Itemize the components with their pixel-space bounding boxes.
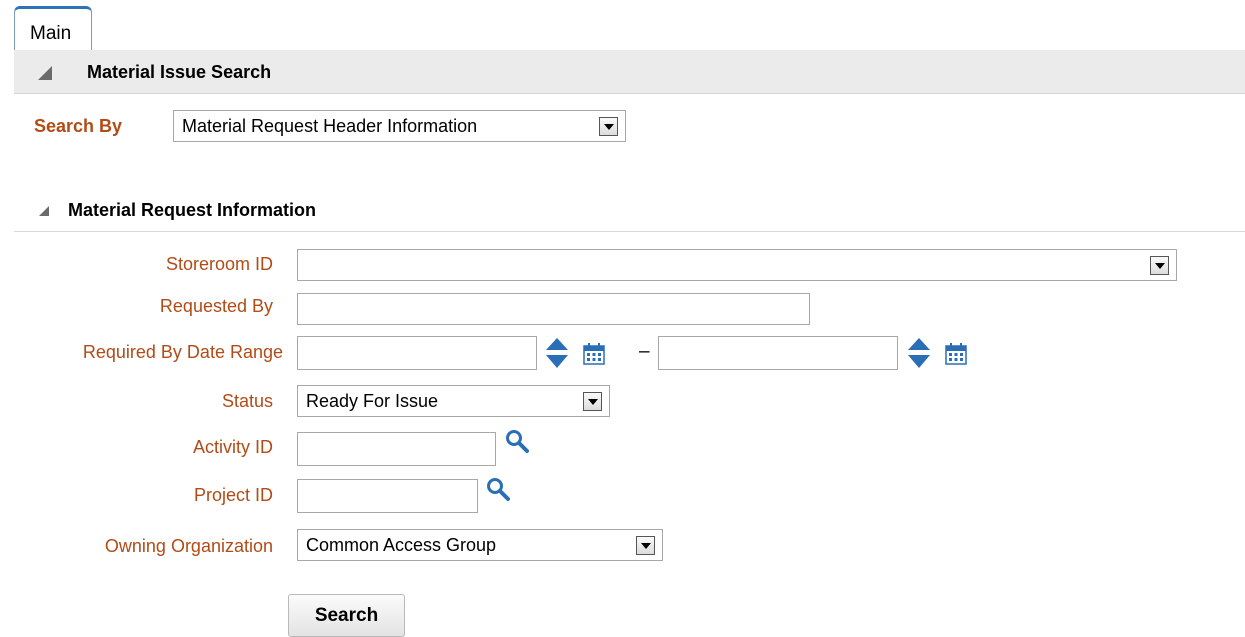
calendar-icon[interactable] xyxy=(583,343,605,365)
storeroom-id-label: Storeroom ID xyxy=(165,254,273,274)
date-range-separator: – xyxy=(639,341,650,362)
subsection-title: Material Request Information xyxy=(68,200,317,220)
activity-id-label: Activity ID xyxy=(192,437,273,457)
storeroom-id-select[interactable] xyxy=(297,249,1177,281)
tab-main[interactable]: Main xyxy=(14,6,92,50)
search-by-value: Material Request Header Information xyxy=(182,116,478,136)
magnifier-icon[interactable] xyxy=(485,476,511,502)
status-select[interactable]: Ready For Issue xyxy=(297,385,610,417)
requested-by-input[interactable] xyxy=(297,293,810,325)
owning-organization-select[interactable]: Common Access Group xyxy=(297,529,663,561)
project-id-label: Project ID xyxy=(193,485,273,505)
chevron-down-icon[interactable] xyxy=(599,117,618,136)
section-title: Material Issue Search xyxy=(87,62,272,82)
collapse-triangle-icon[interactable] xyxy=(38,66,52,80)
status-label: Status xyxy=(221,391,273,411)
search-button[interactable]: Search xyxy=(288,594,405,637)
required-by-date-range-label: Required By Date Range xyxy=(82,342,283,362)
status-value: Ready For Issue xyxy=(306,391,439,411)
owning-organization-label: Owning Organization xyxy=(104,536,273,556)
spinner-arrows-icon[interactable] xyxy=(544,335,570,371)
requested-by-label: Requested By xyxy=(159,296,273,316)
tab-main-label: Main xyxy=(30,23,72,44)
divider xyxy=(14,231,1245,232)
chevron-down-icon[interactable] xyxy=(636,536,655,555)
owning-organization-value: Common Access Group xyxy=(306,535,497,555)
chevron-down-icon[interactable] xyxy=(583,392,602,411)
project-id-input[interactable] xyxy=(297,479,478,513)
magnifier-icon[interactable] xyxy=(504,428,530,454)
calendar-icon[interactable] xyxy=(945,343,967,365)
date-to-input[interactable] xyxy=(658,336,898,370)
section-header[interactable]: Material Issue Search xyxy=(14,50,1245,94)
date-from-input[interactable] xyxy=(297,336,537,370)
activity-id-input[interactable] xyxy=(297,432,496,466)
search-by-label: Search By xyxy=(34,116,123,136)
collapse-triangle-icon[interactable] xyxy=(39,206,49,216)
search-by-select[interactable]: Material Request Header Information xyxy=(173,110,626,142)
spinner-arrows-icon[interactable] xyxy=(906,335,932,371)
chevron-down-icon[interactable] xyxy=(1150,256,1169,275)
